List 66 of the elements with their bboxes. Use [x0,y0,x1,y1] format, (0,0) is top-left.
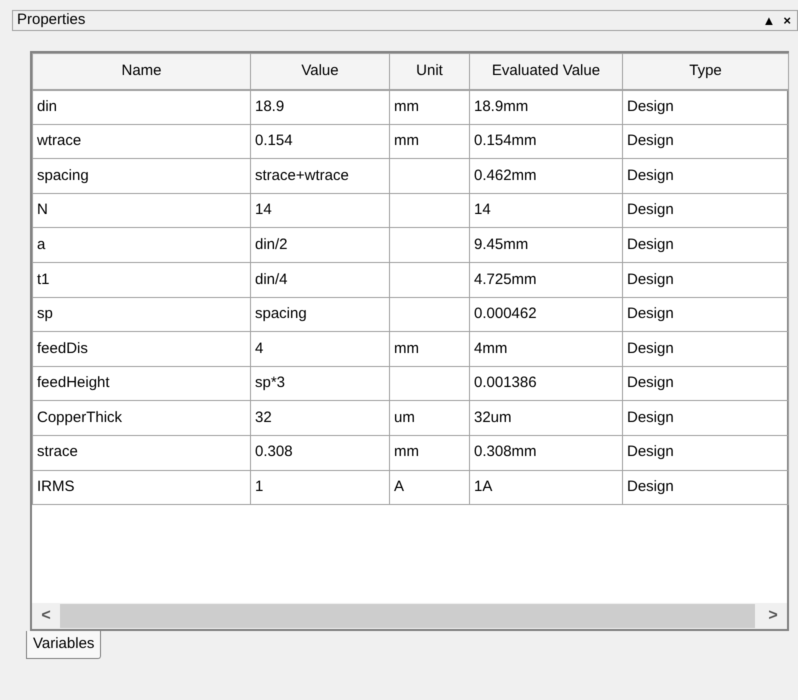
column-header[interactable]: Value [250,54,390,90]
table-cell: feedHeight [37,374,110,392]
table-cell: Design [627,408,674,426]
table-cell: mm [394,340,419,357]
table-cell: 4mm [474,340,508,357]
table-cell: Design [627,305,674,322]
table-cell: 0.462mm [474,166,537,184]
table-cell: 14 [255,201,272,218]
table-cell: sp*3 [255,374,286,392]
table-cell: sp [37,305,53,322]
table-cell: feedDis [37,340,88,357]
table-cell: 32 [255,408,272,426]
column-header[interactable]: Unit [390,54,470,90]
pin-button[interactable]: ▲ [760,14,778,27]
table-cell: 1A [474,478,492,496]
table-cell: Design [627,340,674,357]
table-cell: 18.9mm [474,98,528,115]
table-cell: din/2 [255,236,288,253]
table-cell: 1 [255,478,264,496]
table-cell: wtrace [37,132,82,150]
table-cell: t1 [37,270,50,288]
table-cell: 4.725mm [474,270,537,288]
table-cell: Design [627,166,674,184]
column-header[interactable]: Name [32,54,250,90]
table-cell: N [37,201,48,218]
table-cell: Design [627,478,674,496]
table-cell: A [394,478,404,496]
table-cell: strace [37,443,78,460]
table-cell: Design [627,374,674,392]
table-cell: um [394,408,415,426]
table-cell: 0.308 [255,443,293,460]
table-cell: Design [627,236,674,253]
table-cell: Design [627,443,674,460]
table-cell: 0.154 [255,132,293,150]
table-cell: 0.001386 [474,374,537,392]
table-cell: Design [627,98,674,115]
table-cell: mm [394,132,419,150]
table-cell: 32um [474,408,512,426]
scroll-left-button[interactable]: < [32,604,60,628]
close-button[interactable]: × [781,14,793,27]
table-cell: din [37,98,58,115]
table-cell: mm [394,98,419,115]
table-cell: 4 [255,340,264,357]
column-header[interactable]: Type [622,54,788,90]
table-cell: Design [627,201,674,218]
column-header[interactable]: Evaluated Value [470,54,622,90]
table-cell: 0.154mm [474,132,537,150]
table-cell: spacing [255,305,307,322]
table-cell: Design [627,132,674,150]
table-cell: Design [627,270,674,288]
table-cell: IRMS [37,478,74,496]
table-cell: a [37,236,46,253]
table-cell: CopperThick [37,408,122,426]
table-cell: spacing [37,166,89,184]
table-cell: strace+wtrace [255,166,349,184]
table-cell: 0.308mm [474,443,537,460]
panel-title: Properties [17,10,86,30]
table-cell: 9.45mm [474,236,528,253]
table-cell: 18.9 [255,98,284,115]
scroll-right-button[interactable]: > [759,604,787,628]
table-cell: din/4 [255,270,288,288]
scrollbar-thumb[interactable] [60,604,755,628]
table-cell: 0.000462 [474,305,537,322]
tab[interactable]: Variables [26,631,102,658]
table-cell: mm [394,443,419,460]
table-cell: 14 [474,201,491,218]
